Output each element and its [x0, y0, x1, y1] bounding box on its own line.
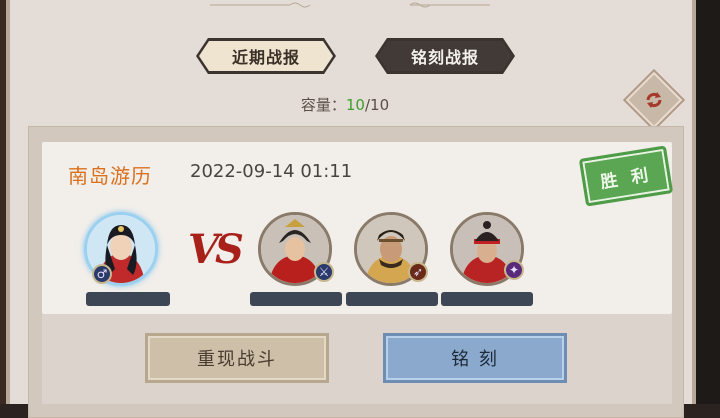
tab-inscribed-label: 铭刻战报: [410, 48, 479, 67]
enemy-name-bar-2: [346, 292, 438, 306]
tab-recent-reports[interactable]: 近期战报: [196, 38, 336, 74]
enemy-name-bar-1: [250, 292, 342, 306]
refresh-icon[interactable]: [640, 86, 668, 114]
inscribe-button[interactable]: 铭 刻: [383, 333, 567, 383]
vs-text: VS: [188, 226, 244, 273]
inscribe-label: 铭 刻: [451, 349, 499, 370]
background-edge-right: [696, 0, 720, 404]
capacity-max: 10: [370, 96, 390, 114]
battle-card-actions-area: [42, 314, 672, 404]
tab-inscribed-reports[interactable]: 铭刻战报: [375, 38, 515, 74]
spear-icon: ⚔: [314, 262, 334, 282]
gender-male-icon: ♂: [92, 264, 112, 284]
capacity-current: 10: [345, 96, 365, 114]
tab-recent-label: 近期战报: [231, 48, 300, 67]
enemy-name-bar-3: [441, 292, 533, 306]
battle-name: 南岛游历: [68, 164, 152, 188]
capacity-indicator: 容量：10/10: [0, 94, 690, 115]
replay-battle-label: 重现战斗: [197, 349, 277, 370]
battle-time: 2022-09-14 01:11: [190, 161, 353, 182]
player-name-bar: [86, 292, 170, 306]
staff-icon: ✦: [504, 260, 524, 280]
top-ornament: [210, 2, 490, 8]
capacity-label: 容量：: [300, 96, 346, 114]
replay-battle-button[interactable]: 重现战斗: [145, 333, 329, 383]
bow-icon: ➶: [408, 262, 428, 282]
